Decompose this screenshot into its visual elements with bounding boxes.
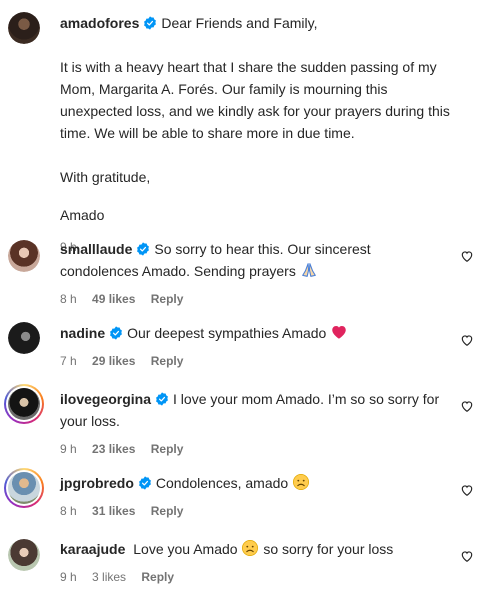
comment-text: Our deepest sympathies Amado — [127, 325, 327, 341]
comment-timestamp[interactable]: 9 h — [60, 570, 77, 584]
comment-ilovegeorgina: ilovegeorgina I love your mom Amado. I’m … — [60, 388, 450, 460]
red-heart-icon — [332, 326, 346, 339]
praying-hands-icon — [301, 263, 316, 277]
post-signature: Amado — [60, 207, 105, 223]
like-heart-icon[interactable] — [460, 333, 474, 347]
comment-username[interactable]: nadine — [60, 325, 105, 341]
like-heart-icon[interactable] — [460, 399, 474, 413]
comment-timestamp[interactable]: 8 h — [60, 292, 77, 306]
comment-text: Love you Amado — [133, 541, 238, 557]
reply-button[interactable]: Reply — [151, 354, 184, 368]
comment-username[interactable]: jpgrobredo — [60, 475, 134, 491]
sad-face-icon — [242, 539, 259, 557]
story-ring[interactable] — [4, 468, 44, 508]
comment-avatar-jpgrobredo[interactable] — [8, 472, 40, 504]
comment-jpgrobredo: jpgrobredo Condolences, amado 8 h 31 like… — [60, 472, 450, 522]
comment-timestamp[interactable]: 9 h — [60, 442, 77, 456]
verified-badge-icon — [137, 242, 150, 256]
comment-avatar-smalllaude[interactable] — [8, 240, 40, 272]
comment-text: Condolences, amado — [155, 475, 289, 491]
comment-username[interactable]: ilovegeorgina — [60, 391, 151, 407]
comment-likes[interactable]: 29 likes — [92, 354, 135, 368]
comment-timestamp[interactable]: 8 h — [60, 504, 77, 518]
comment-timestamp[interactable]: 7 h — [60, 354, 77, 368]
comment-likes[interactable]: 3 likes — [92, 570, 126, 584]
like-heart-icon[interactable] — [460, 483, 474, 497]
post-closing: With gratitude, — [60, 169, 151, 185]
comment-avatar-nadine[interactable] — [8, 322, 40, 354]
post-author-avatar[interactable] — [8, 12, 40, 44]
post-username[interactable]: amadofores — [60, 15, 139, 31]
comment-likes[interactable]: 49 likes — [92, 292, 135, 306]
reply-button[interactable]: Reply — [151, 292, 184, 306]
reply-button[interactable]: Reply — [151, 504, 184, 518]
post-greeting: Dear Friends and Family, — [161, 15, 318, 31]
verified-badge-icon — [144, 16, 157, 30]
comment-likes[interactable]: 23 likes — [92, 442, 135, 456]
sad-face-icon — [293, 473, 310, 491]
verified-badge-icon — [110, 326, 123, 340]
reply-button[interactable]: Reply — [151, 442, 184, 456]
comment-avatar-karaajude[interactable] — [8, 539, 40, 571]
comment-text-continued: so sorry for your loss — [263, 541, 394, 557]
comment-username[interactable]: smalllaude — [60, 241, 132, 257]
like-heart-icon[interactable] — [460, 249, 474, 263]
story-ring[interactable] — [4, 384, 44, 424]
like-heart-icon[interactable] — [460, 549, 474, 563]
comment-username[interactable]: karaajude — [60, 541, 125, 557]
comment-karaajude: karaajude Love you Amado so sorry for yo… — [60, 538, 450, 588]
post-caption: amadofores Dear Friends and Family, It is… — [60, 12, 460, 258]
comment-smalllaude: smalllaude So sorry to hear this. Our sin… — [60, 238, 450, 310]
comment-nadine: nadine Our deepest sympathies Amado 7 h 2… — [60, 322, 450, 372]
reply-button[interactable]: Reply — [141, 570, 174, 584]
post-paragraph: It is with a heavy heart that I share th… — [60, 59, 450, 141]
verified-badge-icon — [156, 392, 168, 406]
verified-badge-icon — [138, 476, 151, 490]
comment-likes[interactable]: 31 likes — [92, 504, 135, 518]
comment-avatar-ilovegeorgina[interactable] — [8, 388, 40, 420]
